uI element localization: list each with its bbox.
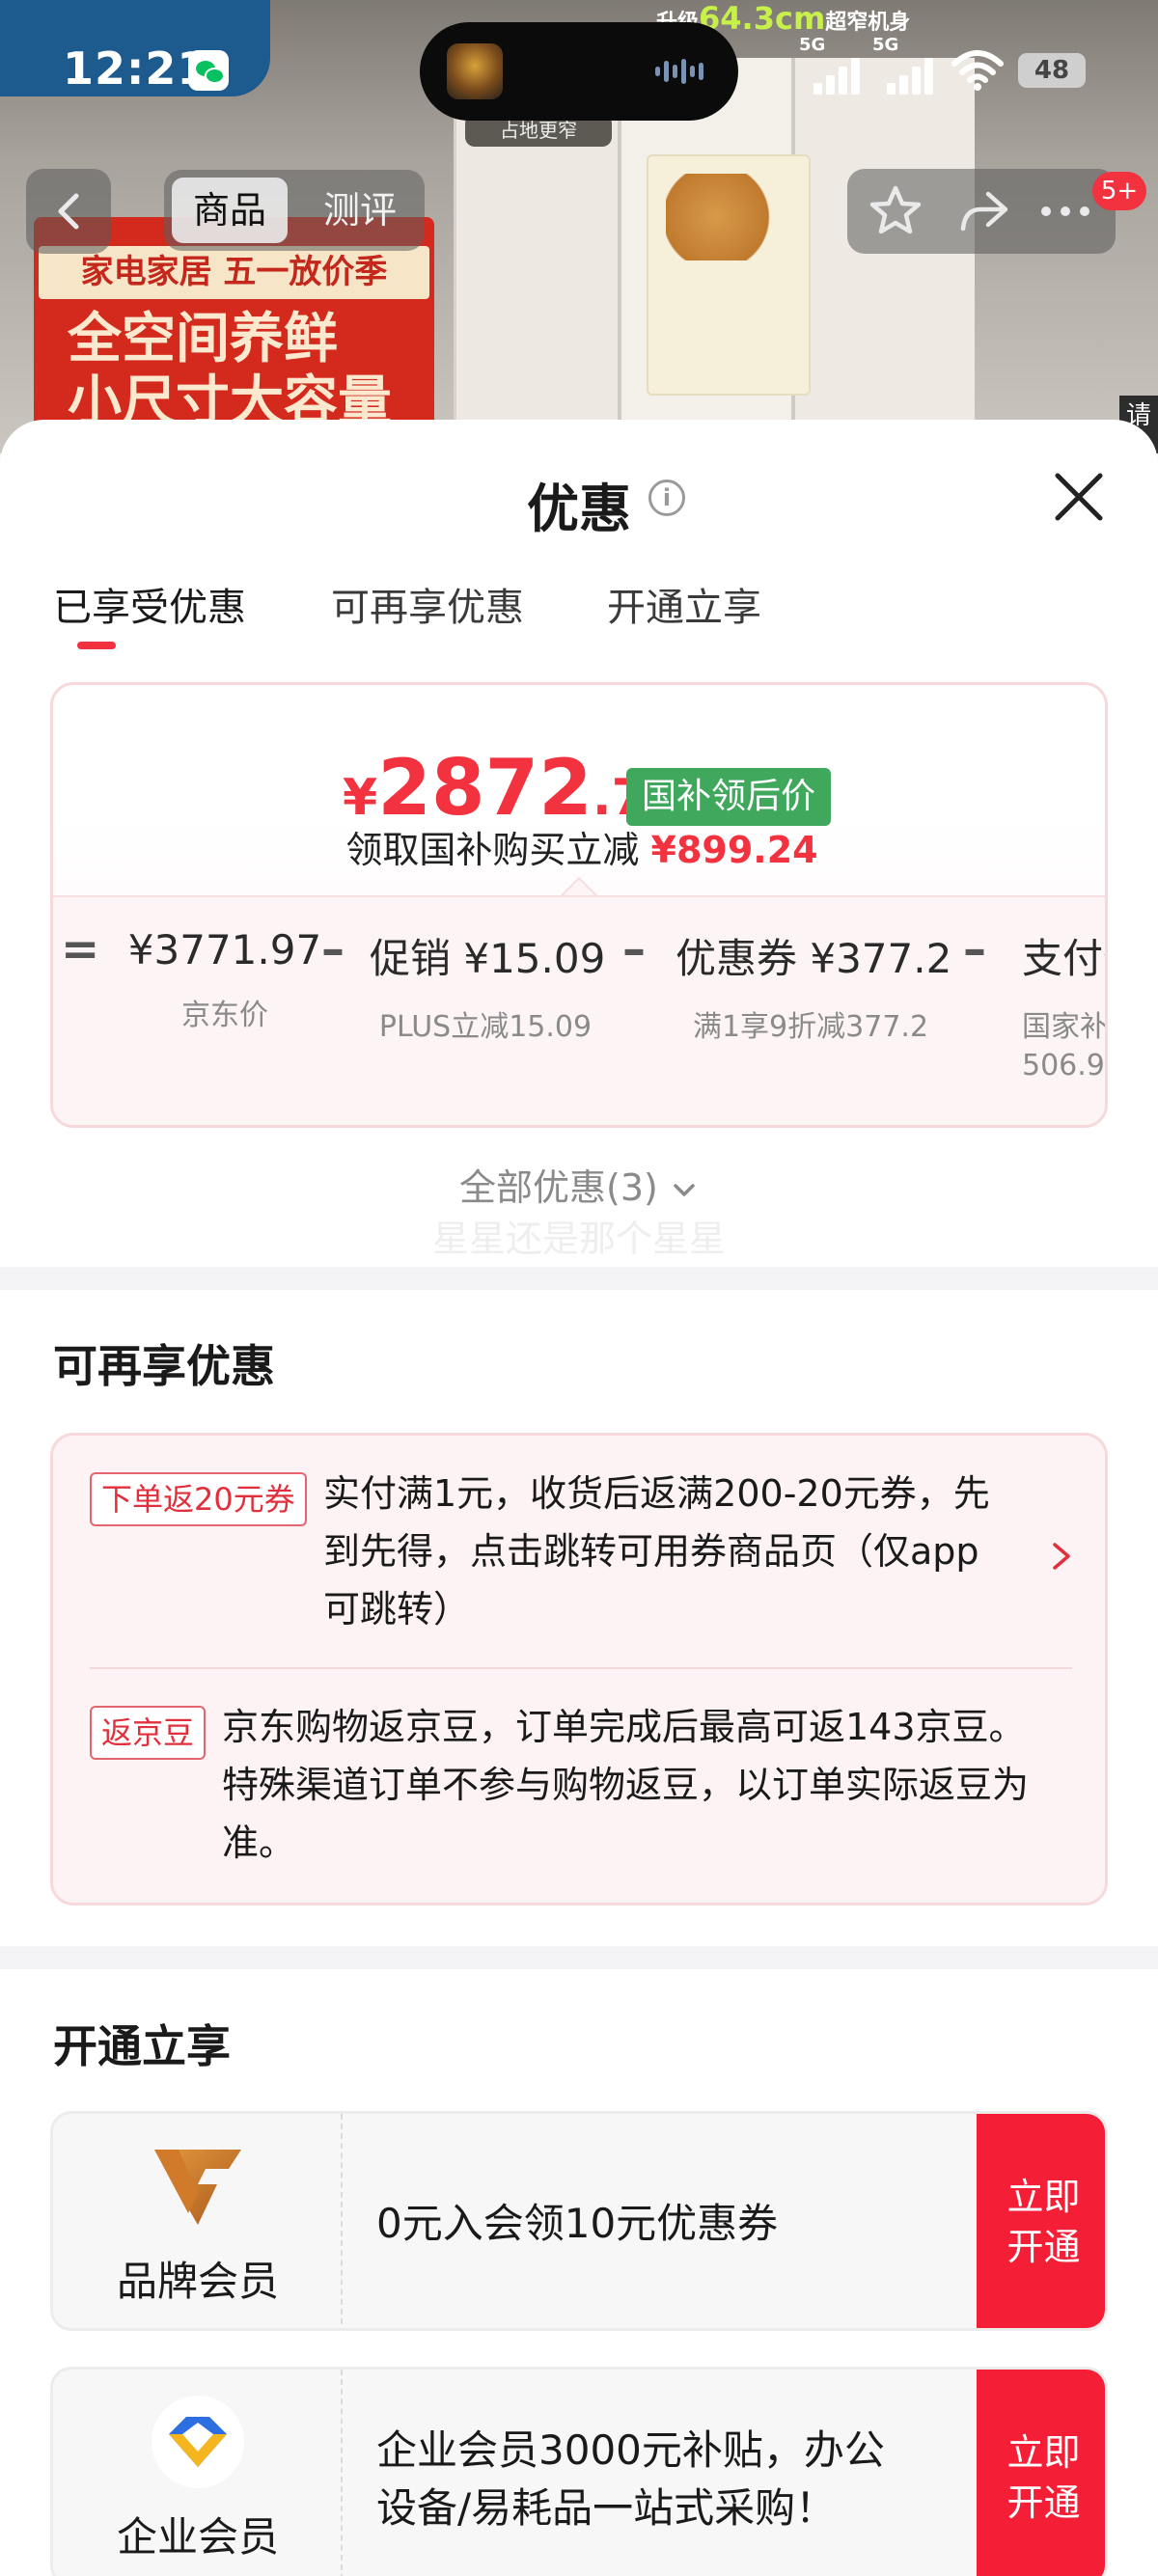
offer-description: 京东购物返京豆，订单完成后最高可返143京豆。 特殊渠道订单不参与购物返豆，以订… — [222, 1698, 1071, 1872]
brand-v-logo-icon — [154, 2150, 241, 2225]
signal-label: 5G — [799, 35, 826, 55]
breakdown-item: 优惠券 ¥377.2 满1享9折减377.2 — [676, 926, 952, 1045]
signal-label: 5G — [872, 35, 899, 55]
wechat-icon — [188, 50, 229, 91]
offer-line: 可跳转） — [323, 1588, 471, 1631]
member-description: 0元入会领10元优惠券 — [376, 2195, 778, 2253]
member-left: 品牌会员 — [53, 2114, 343, 2328]
tab-review[interactable]: 测评 — [307, 178, 413, 243]
breakdown-value: ¥3771.97 — [127, 926, 322, 973]
offer-line: 实付满1元，收货后返满200-20元券，先 — [323, 1472, 990, 1515]
audio-wave-icon — [655, 59, 711, 86]
breakdown-label: PLUS立减15.09 — [378, 1010, 593, 1044]
button-line: 立即 — [1006, 2431, 1081, 2474]
hero-banner: 家电家居 五一放价季 — [39, 246, 429, 299]
offers-sheet: 优惠 i 已享受优惠 可再享优惠 开通立享 ¥2872.73 国补领后价 领取国… — [0, 420, 1158, 2576]
breakdown-operator: – — [963, 922, 986, 976]
signal-bars — [813, 56, 862, 95]
button-line: 开通 — [1006, 2226, 1081, 2268]
tab-membership[interactable]: 开通立享 — [607, 576, 761, 632]
chevron-down-icon — [674, 1183, 695, 1196]
join-enterprise-member-button[interactable]: 立即 开通 — [977, 2370, 1105, 2576]
member-name: 企业会员 — [116, 2513, 279, 2561]
offer-tag: 返京豆 — [90, 1706, 207, 1760]
price-summary-card: ¥2872.73 国补领后价 领取国补购买立减 ¥899.24 = ¥3771.… — [50, 682, 1108, 1128]
breakdown-item: ¥3771.97 京东价 — [119, 926, 331, 1033]
sheet-title: 优惠 — [527, 479, 631, 539]
bread-image — [666, 174, 791, 260]
close-icon[interactable] — [1050, 468, 1108, 526]
offer-divider — [90, 1667, 1072, 1669]
breakdown-item: 支付优 国家补 506.95 — [1022, 926, 1108, 1082]
offer-tag: 下单返20元券 — [90, 1472, 307, 1526]
breakdown-operator: – — [321, 922, 345, 976]
button-line: 立即 — [1006, 2176, 1081, 2218]
status-time: 12:21 — [63, 42, 209, 95]
member-left: 企业会员 — [53, 2370, 343, 2576]
tab-product[interactable]: 商品 — [172, 178, 288, 243]
price-breakdown: = ¥3771.97 京东价 – 促销 ¥15.09 PLUS立减15.09 –… — [53, 895, 1108, 1125]
offer-line: 到先得，点击跳转可用券商品页（仅app — [323, 1530, 979, 1573]
final-price-row: ¥2872.73 国补领后价 — [53, 743, 1105, 833]
wifi-icon — [951, 50, 1004, 91]
breakdown-operator: = — [61, 922, 100, 976]
breakdown-item: 促销 ¥15.09 PLUS立减15.09 — [370, 926, 606, 1045]
join-brand-member-button[interactable]: 立即 开通 — [977, 2114, 1105, 2328]
subsidy-price-tag: 国补领后价 — [626, 768, 832, 826]
battery-icon: 48 — [1018, 53, 1086, 88]
tab-enjoyed-offers[interactable]: 已享受优惠 — [53, 576, 246, 632]
back-button[interactable] — [26, 169, 111, 254]
breakdown-label: 国家补 — [1022, 1010, 1108, 1044]
more-icon[interactable] — [1036, 182, 1094, 240]
offer-line: 准。 — [222, 1822, 296, 1864]
section-divider — [0, 1267, 1158, 1290]
hero-headline-1: 全空间养鲜 — [68, 308, 338, 370]
member-desc-line: 0元入会领10元优惠券 — [376, 2200, 779, 2247]
brand-membership-card: 品牌会员 0元入会领10元优惠券 立即 开通 — [50, 2111, 1108, 2331]
breakdown-value: 促销 ¥15.09 — [370, 935, 606, 982]
share-icon[interactable] — [955, 182, 1013, 240]
offer-line: 特殊渠道订单不参与购物返豆，以订单实际返豆为 — [222, 1764, 1030, 1806]
member-description: 企业会员3000元补贴，办公 设备/易耗品一站式采购！ — [376, 2422, 885, 2537]
enterprise-diamond-logo-icon — [152, 2396, 244, 2488]
status-bar: 12:21 5G 5G 48 — [0, 0, 1158, 145]
product-actions — [847, 169, 1116, 254]
member-desc-line: 设备/易耗品一站式采购！ — [376, 2484, 837, 2532]
more-offers-card: 下单返20元券 实付满1元，收货后返满200-20元券，先 到先得，点击跳转可用… — [50, 1433, 1108, 1905]
breakdown-value: 支付优 — [1022, 935, 1105, 982]
breakdown-label: 满1享9折减377.2 — [692, 1010, 929, 1044]
member-name: 品牌会员 — [116, 2258, 279, 2305]
currency-symbol: ¥ — [343, 769, 378, 827]
member-desc-line: 企业会员3000元补贴，办公 — [376, 2426, 885, 2474]
message-count-badge: 5+ — [1092, 172, 1146, 210]
membership-title: 开通立享 — [53, 2020, 231, 2072]
savings-line: 领取国补购买立减 ¥899.24 — [53, 820, 1105, 873]
back-icon — [58, 193, 79, 230]
chevron-right-icon — [1053, 1543, 1070, 1570]
signal-bars — [887, 56, 935, 95]
watermark-text: 星星还是那个星星 — [431, 1218, 726, 1260]
game-app-icon — [447, 43, 503, 99]
savings-label: 领取国补购买立减 — [345, 829, 640, 871]
enterprise-membership-card: 企业会员 企业会员3000元补贴，办公 设备/易耗品一站式采购！ 立即 开通 — [50, 2367, 1108, 2576]
all-offers-label: 全部优惠(3) — [459, 1166, 658, 1209]
all-offers-toggle[interactable]: 全部优惠(3) — [0, 1158, 1158, 1211]
active-tab-indicator — [77, 642, 116, 649]
breakdown-label: 506.95 — [1022, 1049, 1105, 1082]
dynamic-island[interactable] — [420, 22, 738, 121]
product-tabs: 商品 测评 — [164, 170, 425, 251]
offer-line: 京东购物返京豆，订单完成后最高可返143京豆。 — [222, 1706, 1026, 1748]
breakdown-operator: – — [622, 922, 646, 976]
star-icon[interactable] — [867, 182, 924, 240]
button-line: 开通 — [1006, 2481, 1081, 2524]
tab-more-offers[interactable]: 可再享优惠 — [331, 576, 524, 632]
section-divider — [0, 1946, 1158, 1969]
breakdown-value: 优惠券 ¥377.2 — [676, 935, 952, 982]
info-icon[interactable]: i — [648, 480, 685, 516]
breakdown-label: 京东价 — [181, 999, 268, 1032]
savings-amount: ¥899.24 — [650, 829, 818, 871]
offer-description: 实付满1元，收货后返满200-20元券，先 到先得，点击跳转可用券商品页（仅ap… — [323, 1465, 1018, 1638]
more-offers-title: 可再享优惠 — [53, 1340, 275, 1392]
